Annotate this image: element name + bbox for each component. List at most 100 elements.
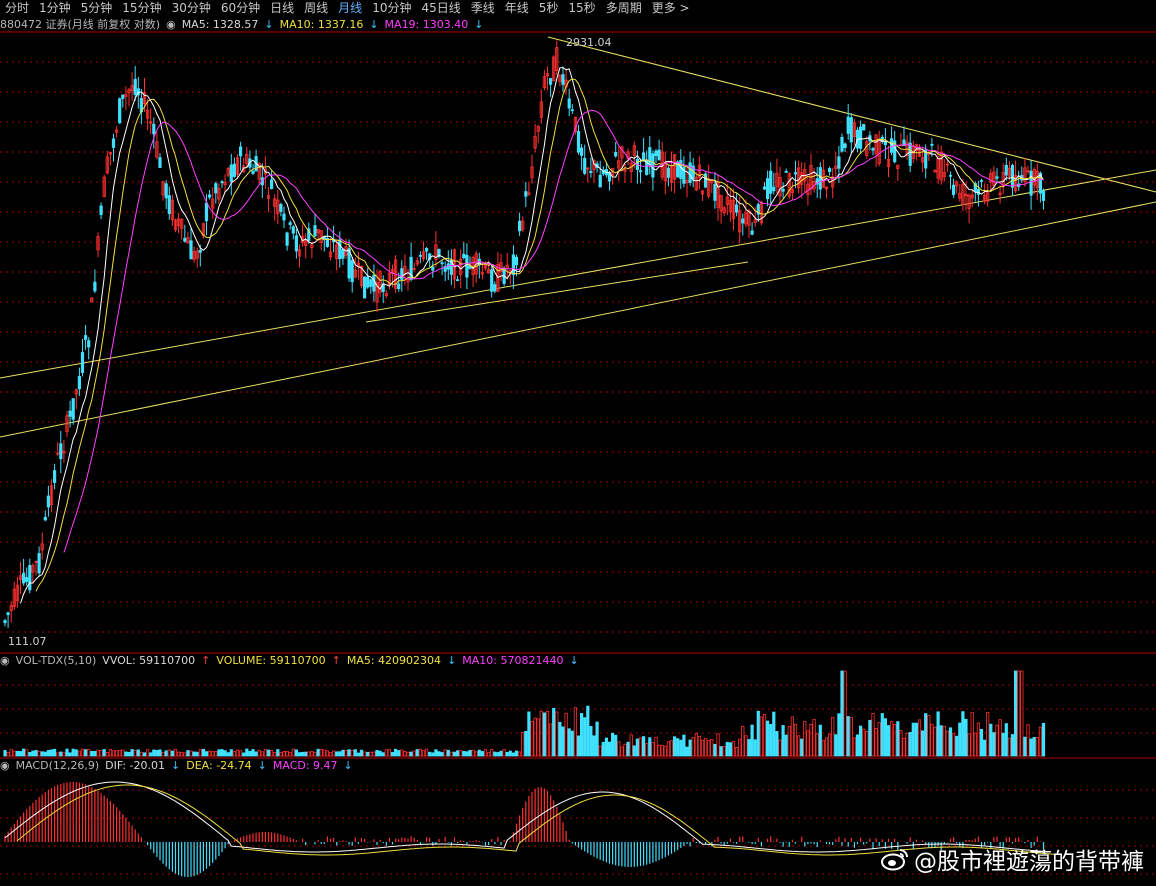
volume-bar <box>595 721 599 757</box>
volume-bar <box>307 751 311 757</box>
volume-bar <box>133 749 137 757</box>
candle-body <box>462 253 466 259</box>
volume-bar <box>930 723 934 757</box>
candle-body <box>1041 190 1046 201</box>
volume-bar <box>204 751 209 757</box>
volume-bar <box>465 751 469 757</box>
volume-bar <box>855 734 860 757</box>
candle-body <box>400 268 404 280</box>
candle-body <box>493 284 497 292</box>
volume-bar <box>651 742 655 757</box>
candle-body <box>465 254 469 278</box>
volume-bar <box>483 749 488 757</box>
volume-bar <box>238 750 243 757</box>
candle-body <box>735 204 739 213</box>
volume-bar <box>21 748 26 757</box>
volume-bar <box>722 746 726 757</box>
volume-bar <box>384 749 388 757</box>
volume-bar <box>843 670 847 757</box>
volume-bar <box>970 712 974 757</box>
volume-bar <box>704 738 708 757</box>
volume-bar <box>68 752 72 757</box>
volume-bar <box>347 749 351 757</box>
volume-bar <box>369 751 373 757</box>
volume-bar <box>372 751 376 757</box>
volume-bar <box>71 748 75 757</box>
candle-body <box>93 281 97 292</box>
volume-bar <box>40 751 44 757</box>
volume-bar <box>220 749 224 757</box>
candle-body <box>238 146 243 157</box>
volume-bar <box>180 751 184 757</box>
volume-bar <box>139 751 143 757</box>
candle-body <box>294 235 299 252</box>
candle-body <box>784 170 788 173</box>
candle-body <box>930 143 934 146</box>
volume-bar <box>645 743 649 757</box>
volume-bar <box>973 732 977 757</box>
candle-body <box>514 256 519 266</box>
volume-bar <box>759 716 764 757</box>
volume-bar <box>511 752 516 757</box>
candle-body <box>846 116 850 134</box>
trendline <box>0 201 1156 438</box>
candle-body <box>21 572 26 584</box>
volume-bar <box>564 712 568 757</box>
high-price-label: 2931.04 <box>566 36 612 49</box>
volume-bar <box>9 749 13 757</box>
volume-bar <box>781 725 785 757</box>
volume-bar <box>682 734 686 757</box>
volume-bar <box>84 749 88 757</box>
volume-bar <box>474 751 478 757</box>
volume-bar <box>914 722 919 757</box>
volume-bar <box>331 750 336 757</box>
kline-chart[interactable]: 2931.04 111.07 <box>0 0 1156 886</box>
volume-bar <box>669 740 674 757</box>
volume-bar <box>294 749 299 757</box>
candle-body <box>713 183 717 201</box>
volume-bar <box>738 738 742 757</box>
volume-bar <box>1004 723 1008 757</box>
candle-body <box>369 279 373 287</box>
volume-bar <box>945 730 950 757</box>
candle-body <box>204 202 209 222</box>
candle-body <box>87 340 91 348</box>
candle-body <box>282 213 286 221</box>
volume-bar <box>28 752 32 757</box>
volume-bar <box>580 713 584 757</box>
volume-bar <box>1023 736 1027 757</box>
candle-body <box>1004 164 1008 176</box>
volume-bar <box>288 751 292 757</box>
candle-body <box>269 179 274 189</box>
volume-bar <box>744 735 748 757</box>
volume-bar <box>614 734 618 757</box>
volume-bar <box>685 746 689 757</box>
volume-bar <box>818 724 822 757</box>
volume-bar <box>700 739 705 757</box>
candle-body <box>111 138 116 148</box>
volume-bar <box>995 724 999 757</box>
volume-bar <box>248 750 252 757</box>
candle-body <box>1010 164 1015 188</box>
volume-bar <box>428 751 432 757</box>
volume-bar <box>366 751 370 757</box>
candle-body <box>859 126 863 149</box>
volume-bar <box>459 750 463 757</box>
volume-bar <box>378 750 382 757</box>
candle-body <box>25 577 29 582</box>
volume-bar <box>837 713 841 757</box>
volume-bar <box>499 750 503 757</box>
volume-bar <box>731 741 736 757</box>
volume-bar <box>1017 670 1021 757</box>
volume-bar <box>896 721 900 757</box>
volume-bar <box>316 748 320 757</box>
volume-bar <box>490 749 494 757</box>
candle-body <box>362 276 367 299</box>
volume-bar <box>831 716 835 757</box>
volume-bar <box>341 749 345 757</box>
volume-bar <box>629 734 633 757</box>
candle-body <box>251 170 255 174</box>
ma10-line <box>35 78 1044 592</box>
volume-bar <box>800 738 804 757</box>
volume-bar <box>149 752 153 757</box>
